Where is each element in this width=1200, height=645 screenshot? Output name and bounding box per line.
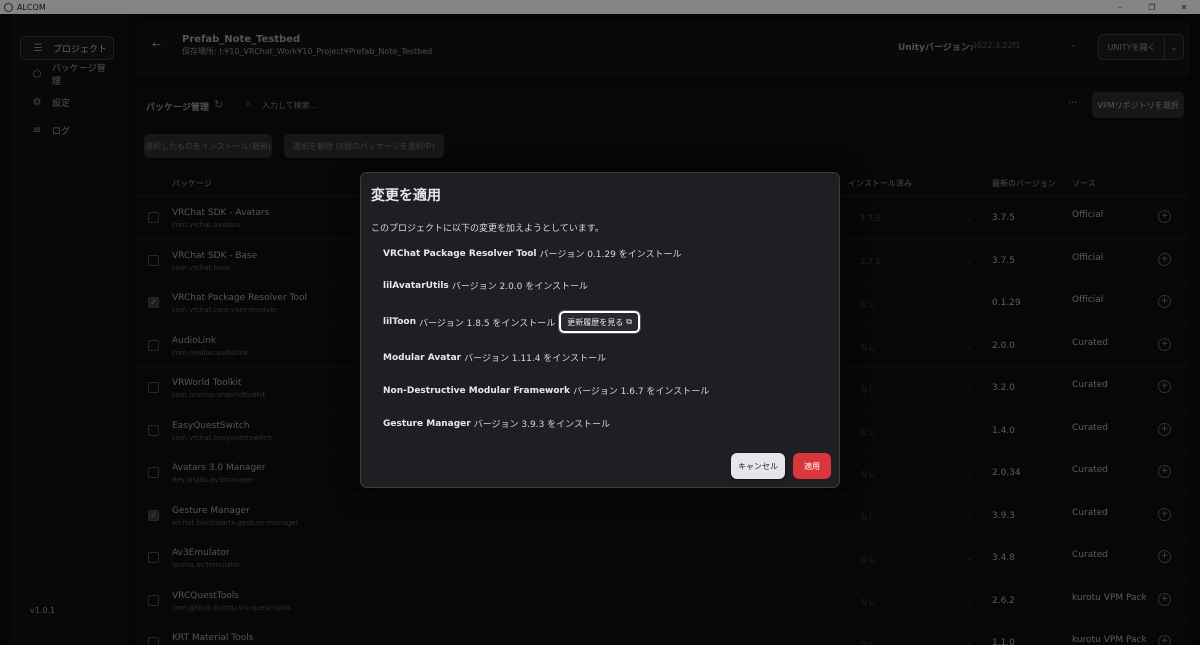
external-link-icon: ⧉ xyxy=(626,317,632,326)
change-package-name: Non-Destructive Modular Framework xyxy=(383,385,570,396)
change-package-name: Gesture Manager xyxy=(383,418,471,429)
change-text: バージョン 1.6.7 をインストール xyxy=(572,387,710,397)
change-package-name: lilToon xyxy=(383,317,416,327)
dialog-title: 変更を適用 xyxy=(371,188,441,204)
dialog-description: このプロジェクトに以下の変更を加えようとしています。 xyxy=(371,224,604,234)
cancel-button[interactable]: キャンセル xyxy=(731,453,785,479)
apply-button[interactable]: 適用 xyxy=(793,453,831,479)
change-package-name: Modular Avatar xyxy=(383,352,462,363)
change-item: Non-Destructive Modular Framework バージョン … xyxy=(383,384,710,398)
view-changelog-button[interactable]: 更新履歴を見る ⧉ xyxy=(558,310,641,334)
change-item: lilAvatarUtils バージョン 2.0.0 をインストール xyxy=(383,279,589,293)
change-text: バージョン 1.8.5 をインストール xyxy=(418,318,556,329)
change-item: VRChat Package Resolver Tool バージョン 0.1.2… xyxy=(383,247,682,261)
changelog-label: 更新履歴を見る xyxy=(567,317,624,327)
change-item: Modular Avatar バージョン 1.11.4 をインストール xyxy=(383,351,607,365)
change-item: Gesture Manager バージョン 3.9.3 をインストール xyxy=(383,417,610,431)
change-package-name: VRChat Package Resolver Tool xyxy=(383,248,537,259)
apply-changes-dialog: 変更を適用 このプロジェクトに以下の変更を加えようとしています。 VRChat … xyxy=(360,172,840,488)
change-text: バージョン 2.0.0 をインストール xyxy=(451,282,589,292)
change-text: バージョン 3.9.3 をインストール xyxy=(473,420,610,430)
change-text: バージョン 0.1.29 をインストール xyxy=(539,250,682,260)
change-package-name: lilAvatarUtils xyxy=(383,280,449,291)
change-text: バージョン 1.11.4 をインストール xyxy=(464,354,607,364)
change-item: lilToon バージョン 1.8.5 をインストール 更新履歴を見る ⧉ xyxy=(383,310,641,334)
